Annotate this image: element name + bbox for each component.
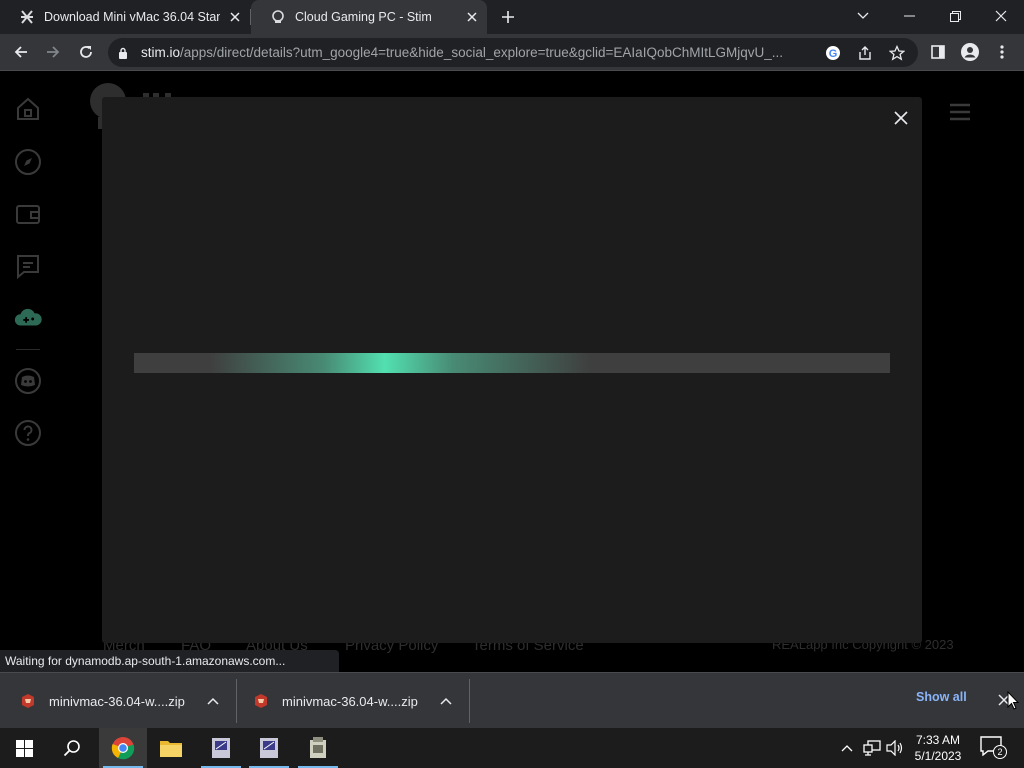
cloud-gaming-icon[interactable] xyxy=(13,303,43,333)
tab-title: Cloud Gaming PC - Stim xyxy=(295,10,432,24)
status-bubble: Waiting for dynamodb.ap-south-1.amazonaw… xyxy=(0,650,339,672)
side-panel-icon[interactable] xyxy=(925,39,951,65)
network-icon[interactable] xyxy=(862,738,882,758)
address-bar[interactable]: stim.io/apps/direct/details?utm_google4=… xyxy=(108,38,918,67)
download-divider xyxy=(469,679,470,723)
tab-search-icon[interactable] xyxy=(840,0,886,32)
hamburger-menu-icon[interactable] xyxy=(948,103,972,126)
close-tab-icon[interactable] xyxy=(226,8,244,26)
volume-icon[interactable] xyxy=(885,738,905,758)
download-filename: minivmac-36.04-w....zip xyxy=(49,693,185,709)
new-tab-button[interactable] xyxy=(498,7,518,27)
profile-avatar-icon[interactable] xyxy=(957,39,983,65)
page-viewport: Merch FAQ About Us Privacy Policy Terms … xyxy=(0,71,1024,672)
home-icon[interactable] xyxy=(13,94,43,124)
search-icon[interactable] xyxy=(48,728,96,768)
download-item[interactable]: minivmac-36.04-w....zip xyxy=(233,679,467,723)
show-all-button[interactable]: Show all xyxy=(916,690,967,704)
restore-button[interactable] xyxy=(932,0,978,32)
back-button[interactable] xyxy=(8,39,34,65)
mini-vmac-taskbar-icon-2[interactable] xyxy=(245,728,293,768)
file-explorer-icon[interactable] xyxy=(147,728,195,768)
share-icon[interactable] xyxy=(856,44,874,62)
tab-stim[interactable]: Cloud Gaming PC - Stim xyxy=(251,0,487,34)
wallet-icon[interactable] xyxy=(13,199,43,229)
notification-center-icon[interactable]: 2 xyxy=(980,736,1008,760)
tab-title: Download Mini vMac 36.04 Standard xyxy=(44,10,220,24)
archive-file-icon xyxy=(253,693,269,709)
chevron-up-icon[interactable] xyxy=(837,738,857,758)
stim-gamepad-icon xyxy=(270,9,286,25)
windows-taskbar: 7:33 AM 5/1/2023 2 xyxy=(0,728,1024,768)
start-button[interactable] xyxy=(0,728,48,768)
google-lens-icon[interactable]: G xyxy=(824,44,842,62)
chat-icon[interactable] xyxy=(13,251,43,281)
loading-modal xyxy=(102,97,922,643)
url-text[interactable]: stim.io/apps/direct/details?utm_google4=… xyxy=(141,45,821,60)
downloads-bar: minivmac-36.04-w....zip minivmac-36.04-w… xyxy=(0,672,1024,728)
download-item[interactable]: minivmac-36.04-w....zip xyxy=(0,679,234,723)
svg-text:G: G xyxy=(829,48,838,60)
compass-icon[interactable] xyxy=(13,147,43,177)
nav-divider xyxy=(16,349,40,350)
notification-badge: 2 xyxy=(993,745,1007,759)
tab-strip: Download Mini vMac 36.04 Standard Cloud … xyxy=(0,0,1024,34)
chrome-taskbar-icon[interactable] xyxy=(99,728,147,768)
lock-icon[interactable] xyxy=(118,46,128,64)
mini-vmac-taskbar-icon[interactable] xyxy=(197,728,245,768)
help-icon[interactable] xyxy=(13,418,43,448)
chevron-up-icon[interactable] xyxy=(436,691,456,711)
forward-button[interactable] xyxy=(40,39,66,65)
url-path: /apps/direct/details?utm_google4=true&hi… xyxy=(180,45,783,60)
clock-date: 5/1/2023 xyxy=(914,749,962,763)
bookmark-star-icon[interactable] xyxy=(888,44,906,62)
minimize-button[interactable] xyxy=(886,0,932,32)
tab-mini-vmac[interactable]: Download Mini vMac 36.04 Standard xyxy=(0,0,250,34)
reload-button[interactable] xyxy=(73,39,99,65)
close-window-button[interactable] xyxy=(978,0,1024,32)
close-icon[interactable] xyxy=(891,108,911,128)
mouse-cursor-icon xyxy=(1007,690,1020,715)
archive-file-icon xyxy=(20,693,36,709)
progress-indicator xyxy=(210,353,590,373)
clock-time: 7:33 AM xyxy=(915,733,961,747)
side-navigation xyxy=(0,71,56,672)
close-tab-icon[interactable] xyxy=(463,8,481,26)
discord-icon[interactable] xyxy=(13,366,43,396)
application-taskbar-icon[interactable] xyxy=(294,728,342,768)
chevron-up-icon[interactable] xyxy=(203,691,223,711)
gear-logo-icon xyxy=(19,9,35,25)
loading-progress-bar xyxy=(134,353,890,373)
url-host: stim.io xyxy=(141,45,181,60)
browser-menu-icon[interactable] xyxy=(989,39,1015,65)
browser-toolbar: stim.io/apps/direct/details?utm_google4=… xyxy=(0,34,1024,71)
download-filename: minivmac-36.04-w....zip xyxy=(282,693,418,709)
system-clock[interactable]: 7:33 AM 5/1/2023 xyxy=(904,732,972,764)
